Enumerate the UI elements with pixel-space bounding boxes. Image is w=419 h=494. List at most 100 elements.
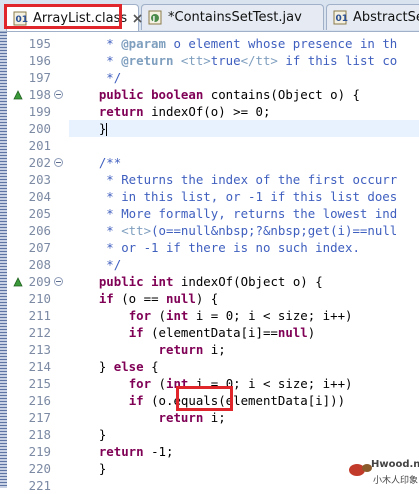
code-token: i; xyxy=(203,342,226,357)
tab-abstractset[interactable]: 01 AbstractSet. xyxy=(326,4,419,30)
line-number: 211 xyxy=(28,308,51,323)
line-number: 214 xyxy=(28,359,51,374)
code-token: ) xyxy=(307,325,316,340)
code-line[interactable]: return i; xyxy=(69,341,226,358)
line-number: 200 xyxy=(28,121,51,136)
line-number: 202 xyxy=(28,155,51,170)
java-class-icon: 01 xyxy=(333,10,348,25)
code-line[interactable]: * @return <tt>true</tt> if this list co xyxy=(69,52,397,69)
code-token: int xyxy=(151,274,174,289)
code-line[interactable]: * <tt>(o==null&nbsp;?&nbsp;get(i)==null xyxy=(69,222,397,239)
code-line[interactable]: return -1; xyxy=(69,443,174,460)
code-token: if xyxy=(98,291,114,306)
line-number: 199 xyxy=(28,104,51,119)
line-number: 206 xyxy=(28,223,51,238)
tab-arraylist-class[interactable]: 01 ArrayList.class xyxy=(6,4,142,31)
code-token: int xyxy=(166,308,189,323)
code-token: ) { xyxy=(195,291,219,306)
tab-label: AbstractSet. xyxy=(353,10,419,25)
code-token: @return xyxy=(121,53,174,68)
code-line[interactable]: /** xyxy=(69,154,121,171)
code-token: } xyxy=(69,121,107,136)
tab-containssettest[interactable]: J *ContainsSetTest.jav xyxy=(141,4,324,30)
code-token: o element whose presence in th xyxy=(165,36,398,51)
close-icon[interactable] xyxy=(132,13,143,24)
code-line[interactable]: public boolean contains(Object o) { xyxy=(69,86,360,103)
line-number: 198 xyxy=(28,87,51,102)
tab-label: *ContainsSetTest.jav xyxy=(168,10,302,25)
fold-collapse-icon[interactable] xyxy=(54,90,63,99)
code-line[interactable]: return indexOf(o) >= 0; xyxy=(69,103,271,120)
code-token: { xyxy=(143,359,159,374)
code-line[interactable]: public int indexOf(Object o) { xyxy=(69,273,323,290)
overview-ruler xyxy=(0,32,7,488)
code-line[interactable]: */ xyxy=(69,69,121,86)
code-line[interactable]: for (int i = 0; i < size; i++) xyxy=(69,375,353,392)
code-line[interactable]: } else { xyxy=(69,358,159,375)
code-token: public xyxy=(98,87,144,102)
code-token: ( xyxy=(151,308,166,323)
code-token: indexOf(o) >= 0; xyxy=(143,104,271,119)
line-number-gutter: 195 196 197 198 199 200 201 202 203 204 205 206 207 2… xyxy=(7,32,64,493)
code-line[interactable]: for (int i = 0; i < size; i++) xyxy=(69,307,353,324)
override-triangle-icon[interactable] xyxy=(13,277,23,287)
tab-label: ArrayList.class xyxy=(33,10,128,26)
code-token: * More formally, returns the lowest ind xyxy=(69,206,398,221)
code-token: boolean xyxy=(151,87,204,102)
code-line[interactable]: } xyxy=(69,460,106,477)
code-token: null xyxy=(277,325,308,340)
code-token: if xyxy=(128,393,144,408)
code-token: </tt> xyxy=(240,53,278,68)
watermark-sub: 小木人印象 xyxy=(373,476,419,486)
code-token: <tt> xyxy=(121,223,152,238)
code-line[interactable]: if (o.equals(elementData[i])) xyxy=(69,392,345,409)
fold-collapse-icon[interactable] xyxy=(54,158,63,167)
code-line[interactable]: if (o == null) { xyxy=(69,290,218,307)
code-token: return xyxy=(158,342,204,357)
code-token: if xyxy=(128,325,144,340)
fold-collapse-icon[interactable] xyxy=(54,277,63,286)
line-number: 220 xyxy=(28,461,51,476)
code-token: /** xyxy=(69,155,122,170)
code-editor[interactable]: 195 196 197 198 199 200 201 202 203 204 205 206 207 2… xyxy=(0,32,419,493)
line-number: 212 xyxy=(28,325,51,340)
code-token: (o == xyxy=(113,291,166,306)
svg-text:01: 01 xyxy=(16,15,29,25)
code-line[interactable]: * in this list, or -1 if this list does xyxy=(69,188,397,205)
code-line[interactable]: } xyxy=(69,120,108,137)
code-token: * in this list, or -1 if this list does xyxy=(69,189,398,204)
line-number: 207 xyxy=(28,240,51,255)
line-number: 213 xyxy=(28,342,51,357)
java-class-icon: 01 xyxy=(13,11,28,26)
code-line[interactable]: if (elementData[i]==null) xyxy=(69,324,316,341)
line-number: 209 xyxy=(28,274,51,289)
code-line[interactable]: * or -1 if there is no such index. xyxy=(69,239,360,256)
code-token: */ xyxy=(69,70,122,85)
code-token: indexOf(Object o) { xyxy=(173,274,323,289)
code-line[interactable]: } xyxy=(69,426,106,443)
code-token: * xyxy=(69,36,122,51)
code-token: @param xyxy=(121,36,166,51)
line-number: 219 xyxy=(28,444,51,459)
code-token: */ xyxy=(69,257,122,272)
code-line[interactable]: * More formally, returns the lowest ind xyxy=(69,205,397,222)
override-triangle-icon[interactable] xyxy=(13,90,23,100)
code-line[interactable]: */ xyxy=(69,256,121,273)
code-area[interactable]: * @param o element whose presence in th … xyxy=(69,32,419,488)
svg-text:J: J xyxy=(152,15,156,23)
code-token: (o.equals(elementData[i])) xyxy=(143,393,346,408)
code-line[interactable]: * Returns the index of the first occurr xyxy=(69,171,397,188)
code-line[interactable]: * @param o element whose presence in th xyxy=(69,35,397,52)
code-token: ( xyxy=(151,376,166,391)
code-token: * or -1 if there is no such index. xyxy=(69,240,360,255)
code-token: return xyxy=(98,444,144,459)
code-line[interactable]: return i; xyxy=(69,409,226,426)
code-token: * Returns the index of the first occurr xyxy=(69,172,398,187)
